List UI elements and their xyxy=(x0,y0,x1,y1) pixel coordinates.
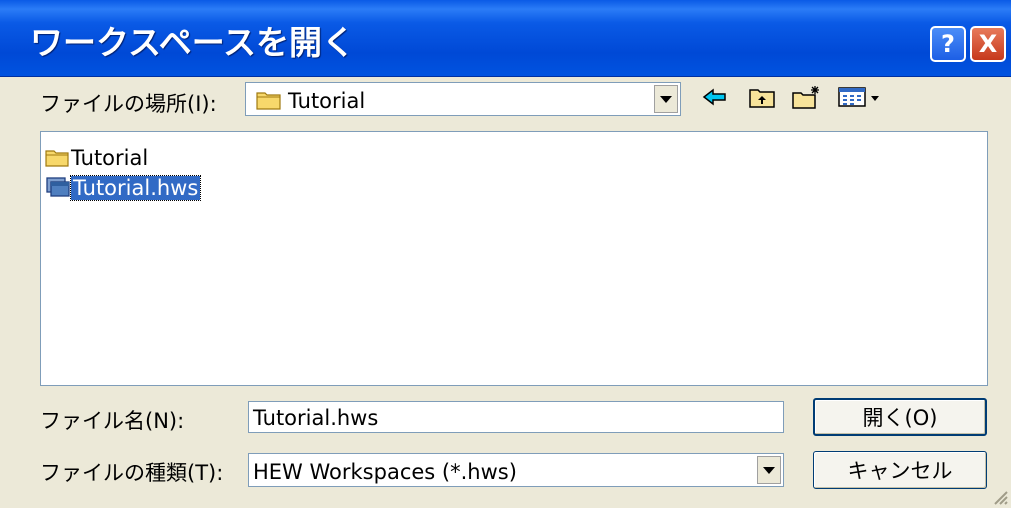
chevron-down-icon xyxy=(763,466,775,474)
lookin-label: ファイルの場所(I): xyxy=(40,92,217,116)
view-menu-icon xyxy=(838,87,879,107)
filetype-dropdown-button[interactable] xyxy=(757,456,781,484)
resize-grip-icon[interactable] xyxy=(991,488,1009,506)
list-item-workspace-file[interactable]: Tutorial.hws xyxy=(45,174,202,202)
close-icon: X xyxy=(978,30,998,58)
workspace-file-icon xyxy=(46,177,70,197)
filetype-value: HEW Workspaces (*.hws) xyxy=(253,460,517,484)
help-button[interactable]: ? xyxy=(930,26,966,62)
filename-value: Tutorial.hws xyxy=(253,406,379,430)
cancel-button[interactable]: キャンセル xyxy=(813,451,987,489)
open-button[interactable]: 開く(O) xyxy=(813,398,987,436)
filetype-combo[interactable]: HEW Workspaces (*.hws) xyxy=(248,453,784,487)
back-button[interactable] xyxy=(700,82,730,112)
list-item-folder[interactable]: Tutorial xyxy=(45,144,150,172)
open-workspace-dialog: ワークスペースを開く ? X ファイルの場所(I): Tutorial Tuto… xyxy=(0,0,1011,508)
dialog-title: ワークスペースを開く xyxy=(30,23,356,62)
view-menu-button[interactable] xyxy=(834,82,890,112)
folder-icon xyxy=(45,150,69,167)
filename-label: ファイル名(N): xyxy=(40,409,185,433)
title-bar[interactable]: ワークスペースを開く ? X xyxy=(0,0,1011,77)
close-button[interactable]: X xyxy=(970,26,1006,62)
chevron-down-icon xyxy=(660,95,672,103)
open-button-label: 開く(O) xyxy=(862,406,938,430)
help-icon: ? xyxy=(941,30,955,58)
new-folder-button[interactable] xyxy=(790,82,824,112)
up-folder-icon xyxy=(749,89,775,108)
folder-icon xyxy=(256,92,281,110)
file-list[interactable]: Tutorial Tutorial.hws xyxy=(40,131,988,386)
list-item-label: Tutorial.hws xyxy=(69,175,202,201)
lookin-combo[interactable]: Tutorial xyxy=(245,82,681,116)
filename-input[interactable]: Tutorial.hws xyxy=(248,401,784,433)
lookin-dropdown-button[interactable] xyxy=(654,85,678,113)
list-item-label: Tutorial xyxy=(71,146,149,170)
new-folder-icon xyxy=(792,86,819,109)
lookin-value: Tutorial xyxy=(288,89,366,113)
back-arrow-icon xyxy=(702,88,726,106)
up-folder-button[interactable] xyxy=(745,82,779,112)
filetype-label: ファイルの種類(T): xyxy=(40,461,224,485)
cancel-button-label: キャンセル xyxy=(847,459,953,483)
